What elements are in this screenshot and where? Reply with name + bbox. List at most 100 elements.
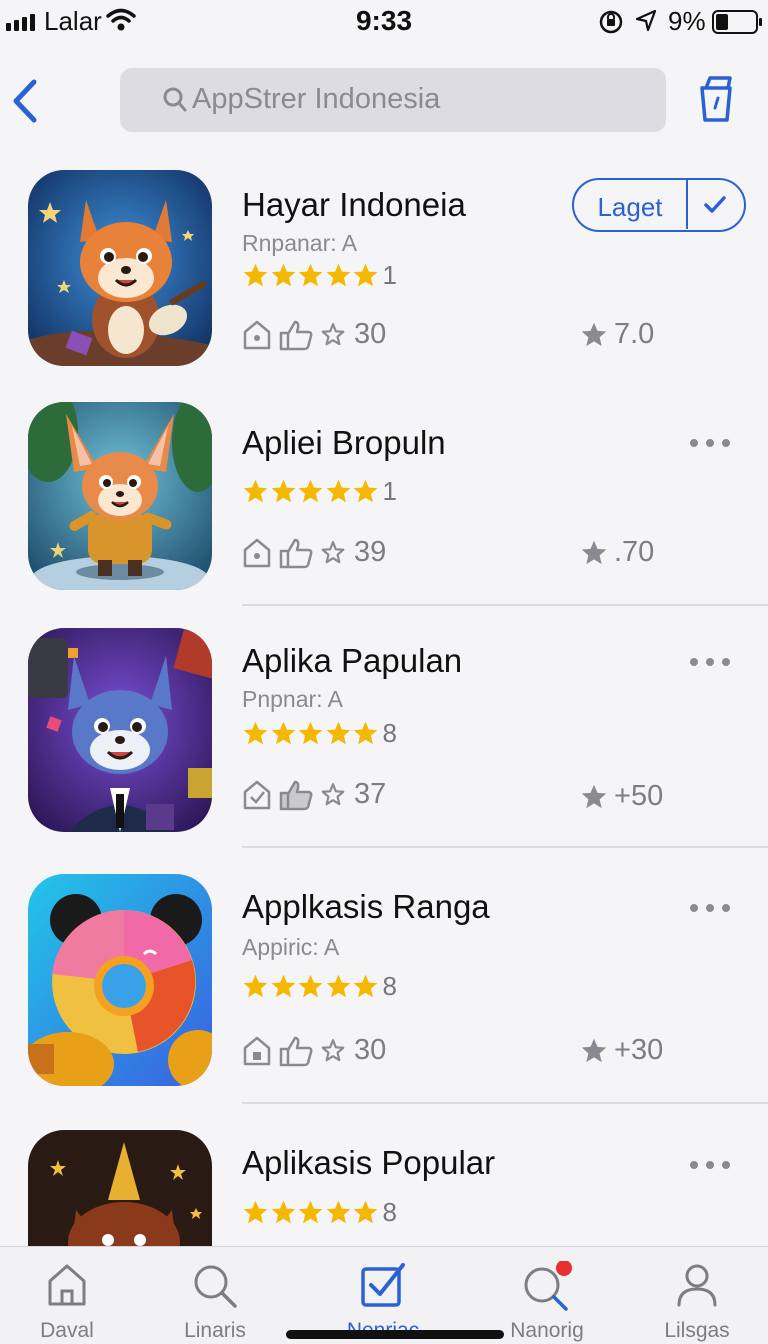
- star-icon: [326, 479, 350, 503]
- star-outline-icon: [321, 540, 345, 563]
- get-button[interactable]: Laget: [572, 178, 746, 232]
- star-icon: [353, 721, 378, 745]
- app-title: Applkasis Ranga: [242, 888, 490, 925]
- star-rating: 8: [242, 718, 397, 749]
- search-field[interactable]: AppStrer Indonesia: [120, 68, 666, 132]
- app-subtitle: Appiric: A: [242, 934, 340, 960]
- thumbs-up-icon: [279, 780, 313, 810]
- star-icon: [243, 1200, 268, 1224]
- more-options-button[interactable]: [690, 904, 730, 912]
- more-options-button[interactable]: [690, 1161, 730, 1169]
- app-list-item[interactable]: [0, 0, 768, 1]
- star-icon: [353, 263, 378, 287]
- star-icon: [298, 263, 323, 287]
- search-icon: [194, 1265, 237, 1308]
- search-notification-icon: [524, 1261, 572, 1311]
- app-score: +50: [580, 780, 663, 813]
- rating-count: 8: [382, 971, 397, 1001]
- search-icon: [163, 87, 187, 112]
- tab-lilsgas[interactable]: Lilsgas: [622, 1247, 768, 1344]
- tab-daval[interactable]: Daval: [0, 1247, 142, 1344]
- back-button[interactable]: [6, 74, 46, 128]
- star-icon: [271, 1200, 295, 1224]
- star-icon: [298, 479, 323, 503]
- thumbs-up-icon: [279, 538, 313, 568]
- app-title: Aplikasis Popular: [242, 1144, 496, 1181]
- battery-icon: [712, 10, 762, 34]
- meta-count: 37: [354, 778, 387, 810]
- star-icon: [243, 479, 268, 503]
- score-value: +50: [614, 780, 664, 812]
- tab-linaris[interactable]: Linaris: [140, 1247, 290, 1344]
- checkmark-icon[interactable]: [702, 193, 728, 217]
- star-filled-icon: [581, 322, 607, 346]
- rotation-lock-icon: [599, 10, 623, 34]
- score-value: 7.0: [614, 318, 655, 350]
- star-outline-icon: [321, 782, 345, 805]
- score-value: +30: [614, 1034, 664, 1066]
- meta-count: 39: [354, 536, 387, 568]
- star-icon: [298, 721, 323, 745]
- row-divider: [242, 604, 768, 606]
- star-icon: [326, 974, 350, 998]
- star-icon: [243, 721, 268, 745]
- home-icon: [48, 1264, 86, 1306]
- chevron-left-icon: [13, 79, 37, 123]
- star-filled-icon: [581, 540, 607, 564]
- star-icon: [353, 974, 378, 998]
- star-icon: [271, 263, 295, 287]
- star-rating: 1: [242, 476, 397, 507]
- status-bar: Lalar 9:33 9%: [0, 0, 768, 46]
- tab-label: Daval: [40, 1319, 94, 1342]
- battery-percent: 9%: [668, 6, 706, 36]
- rating-count: 8: [382, 1197, 397, 1227]
- app-title: Aplika Papulan: [242, 642, 463, 679]
- score-value: .70: [614, 536, 655, 568]
- star-icon: [298, 974, 323, 998]
- app-icon[interactable]: [28, 628, 212, 832]
- app-meta: 37: [242, 778, 386, 811]
- star-icon: [243, 974, 268, 998]
- thumbs-up-icon: [279, 320, 313, 350]
- star-outline-icon: [321, 1038, 345, 1061]
- row-divider: [242, 846, 768, 848]
- home-indicator[interactable]: [286, 1330, 504, 1339]
- app-score: .70: [580, 536, 654, 569]
- app-icon[interactable]: [28, 1130, 212, 1246]
- star-icon: [298, 1200, 323, 1224]
- app-subtitle: Pnpnar: A: [242, 686, 344, 712]
- star-rating: 8: [242, 971, 397, 1002]
- more-options-button[interactable]: [690, 439, 730, 447]
- app-score: 7.0: [580, 318, 654, 351]
- star-icon: [353, 1200, 378, 1224]
- get-button-divider: [686, 180, 688, 229]
- more-options-button[interactable]: [690, 658, 730, 666]
- star-filled-icon: [581, 784, 607, 808]
- get-button-label: Laget: [597, 192, 663, 222]
- share-icon: [700, 76, 732, 122]
- rating-count: 1: [382, 476, 397, 506]
- home-outline-icon: [243, 320, 271, 349]
- app-meta: 30: [242, 318, 386, 351]
- star-rating: 8: [242, 1197, 397, 1228]
- star-filled-icon: [581, 1038, 607, 1062]
- star-icon: [271, 974, 295, 998]
- star-icon: [353, 479, 378, 503]
- star-icon: [271, 479, 295, 503]
- tab-label: Lilsgas: [664, 1319, 730, 1342]
- app-score: +30: [580, 1034, 663, 1067]
- share-button[interactable]: [694, 74, 738, 129]
- star-rating: 1: [242, 260, 397, 291]
- app-icon[interactable]: [28, 402, 212, 590]
- rating-count: 8: [382, 718, 397, 748]
- star-icon: [326, 1200, 350, 1224]
- person-icon: [677, 1264, 717, 1307]
- app-icon[interactable]: [28, 170, 212, 366]
- app-title: Apliei Bropuln: [242, 424, 446, 461]
- home-outline-icon: [243, 538, 271, 567]
- search-query-text: AppStrer Indonesia: [192, 83, 441, 115]
- app-icon[interactable]: [28, 874, 212, 1086]
- location-arrow-icon: [635, 9, 657, 32]
- star-icon: [271, 721, 295, 745]
- star-icon: [326, 263, 350, 287]
